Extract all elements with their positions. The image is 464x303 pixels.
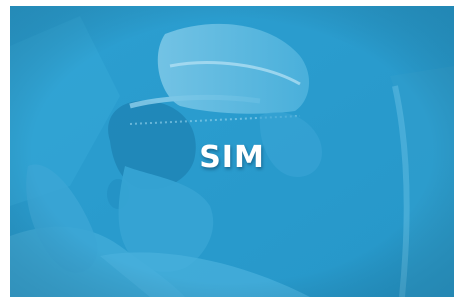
card-title: SIM — [199, 140, 265, 175]
sim-card[interactable]: SIM — [10, 6, 454, 297]
page: SIM — [0, 0, 464, 303]
